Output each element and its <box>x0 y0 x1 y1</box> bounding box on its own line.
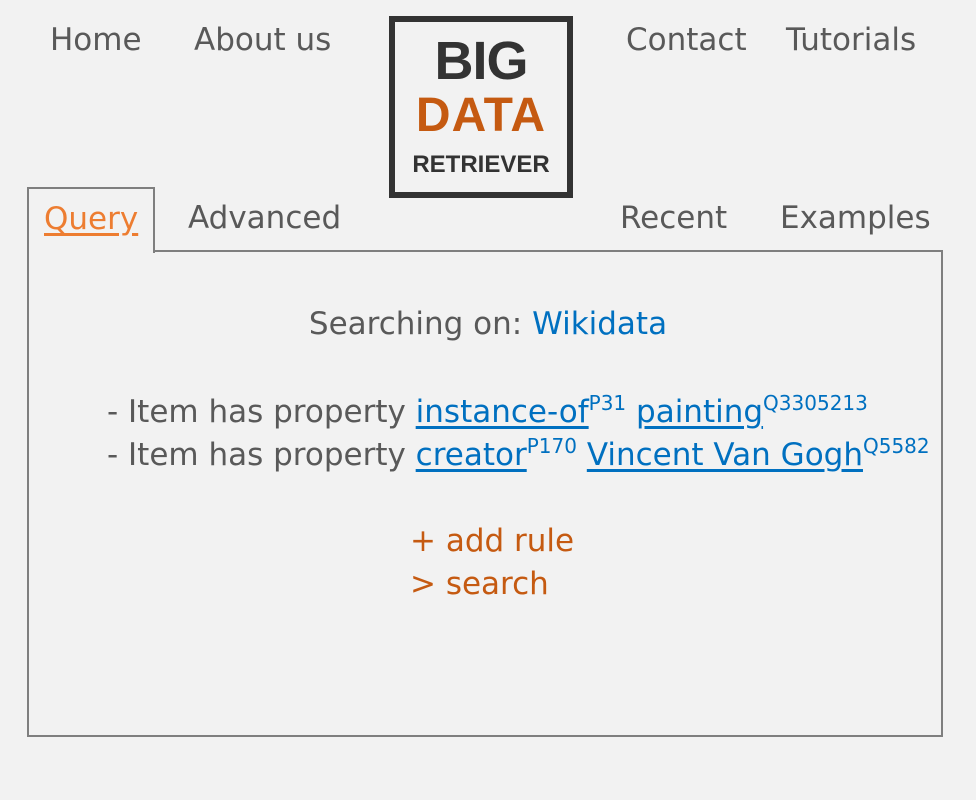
rule-property-id: P31 <box>588 391 627 415</box>
rule-property-id: P170 <box>526 434 577 458</box>
add-rule-button[interactable]: + add rule <box>410 521 574 561</box>
rule-prefix: - Item has property <box>107 437 416 473</box>
query-rule: - Item has property creatorP170 Vincent … <box>107 435 930 475</box>
rule-prefix: - Item has property <box>107 394 416 430</box>
search-source-label: Searching on: <box>308 306 533 342</box>
search-button[interactable]: > search <box>410 564 549 604</box>
logo-line-data: DATA <box>415 89 547 142</box>
logo-line-retriever: RETRIEVER <box>412 151 550 178</box>
logo-line-big: BIG <box>434 31 528 91</box>
tab-recent[interactable]: Recent <box>620 198 727 238</box>
tab-advanced[interactable]: Advanced <box>188 198 341 238</box>
tab-examples[interactable]: Examples <box>780 198 931 238</box>
rule-value-id: Q5582 <box>862 434 930 458</box>
nav-tutorials[interactable]: Tutorials <box>786 20 916 60</box>
search-source-line: Searching on: Wikidata <box>0 304 976 344</box>
tab-query-label[interactable]: Query <box>44 199 138 239</box>
search-source-link[interactable]: Wikidata <box>532 306 667 342</box>
rule-value-id: Q3305213 <box>763 391 868 415</box>
rule-value-link[interactable]: Vincent Van Gogh <box>587 437 863 473</box>
rule-property-link[interactable]: creator <box>416 437 527 473</box>
nav-contact[interactable]: Contact <box>626 20 747 60</box>
rule-value-link[interactable]: painting <box>636 394 763 430</box>
nav-home[interactable]: Home <box>50 20 142 60</box>
tab-query[interactable]: Query <box>27 187 155 253</box>
query-rule: - Item has property instance-ofP31 paint… <box>107 392 868 432</box>
rule-property-link[interactable]: instance-of <box>416 394 589 430</box>
nav-about-us[interactable]: About us <box>194 20 331 60</box>
logo[interactable]: BIG DATA RETRIEVER <box>389 16 573 198</box>
